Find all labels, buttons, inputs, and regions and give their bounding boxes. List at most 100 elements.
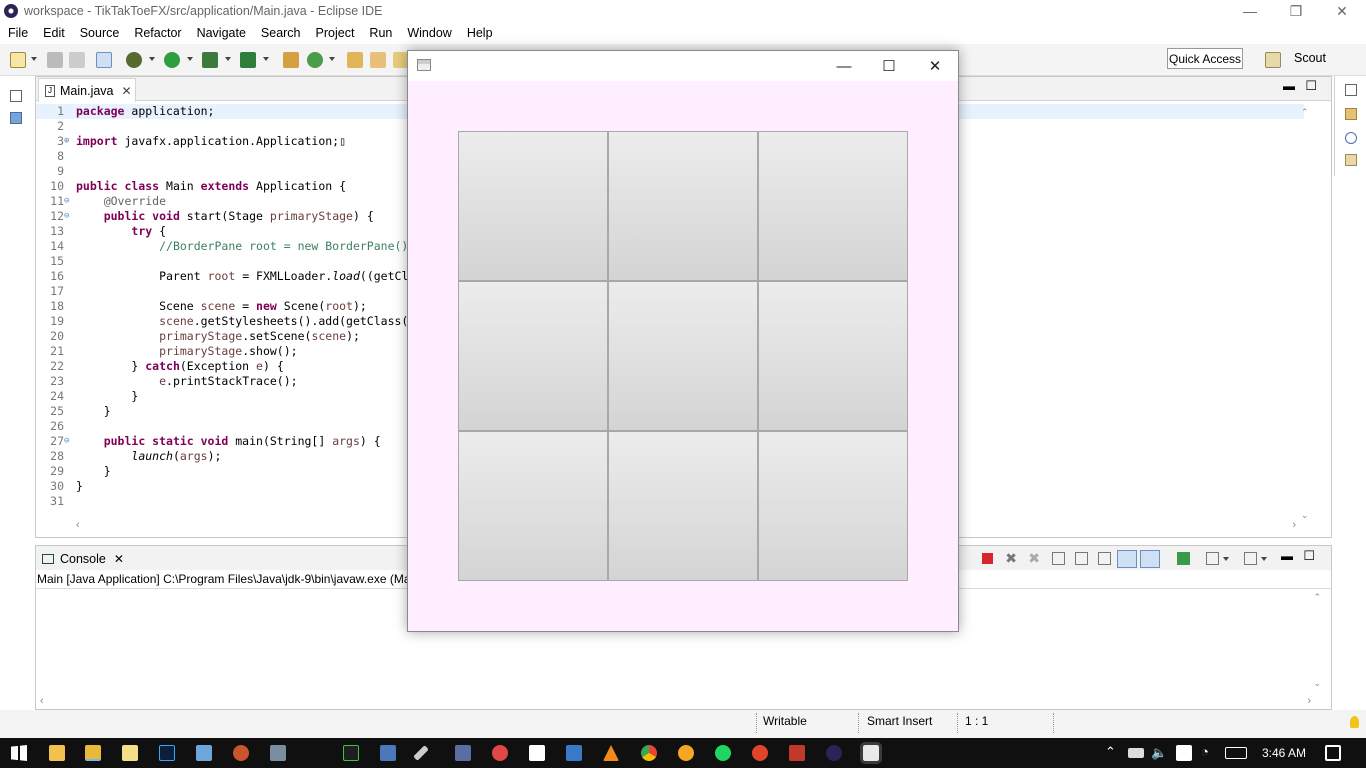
terminate-icon[interactable]: [982, 553, 993, 564]
board-cell-4[interactable]: [458, 281, 608, 431]
font-app-icon[interactable]: [1176, 745, 1192, 761]
external-tools-icon[interactable]: [240, 52, 256, 68]
minimize-console-button[interactable]: ▬: [1281, 549, 1293, 563]
intellij-icon[interactable]: [529, 745, 545, 761]
clock[interactable]: 3:46 AM: [1262, 746, 1306, 760]
notepad-icon[interactable]: [122, 745, 138, 761]
file-icon[interactable]: [49, 745, 65, 761]
menu-project[interactable]: Project: [308, 26, 362, 40]
console-scroll-left-icon[interactable]: ‹: [40, 695, 44, 707]
menu-navigate[interactable]: Navigate: [189, 26, 253, 40]
chevron-down-icon[interactable]: [263, 57, 269, 61]
visual-studio-icon[interactable]: [566, 745, 582, 761]
console-scroll-down-icon[interactable]: ⌄: [1313, 678, 1321, 689]
board-cell-3[interactable]: [758, 131, 908, 281]
dtc-icon[interactable]: [455, 745, 471, 761]
remote-desktop-icon[interactable]: [380, 745, 396, 761]
menu-search[interactable]: Search: [253, 26, 308, 40]
maximize-editor-button[interactable]: ☐: [1305, 78, 1317, 94]
spotify-icon[interactable]: [715, 745, 731, 761]
wifi-icon[interactable]: ◔: [1201, 744, 1209, 759]
menu-refactor[interactable]: Refactor: [126, 26, 188, 40]
fold-toggle-icon[interactable]: ⊕: [64, 134, 69, 149]
toggle-mark-occurrences-icon[interactable]: [96, 52, 112, 68]
close-icon[interactable]: ✕: [122, 84, 132, 98]
photoshop-icon[interactable]: [159, 745, 175, 761]
restore-icon[interactable]: [1345, 84, 1357, 96]
pin-console-icon[interactable]: [1177, 552, 1190, 565]
new-java-class-icon[interactable]: [307, 52, 323, 68]
board-cell-8[interactable]: [608, 431, 758, 581]
debug-icon[interactable]: [126, 52, 142, 68]
open-perspective-icon[interactable]: [1265, 52, 1281, 68]
open-task-icon[interactable]: [370, 52, 386, 68]
chevron-down-icon[interactable]: [329, 57, 335, 61]
javadoc-icon[interactable]: [1345, 132, 1357, 144]
clear-console-icon[interactable]: [1052, 552, 1065, 565]
word-wrap-icon[interactable]: [1098, 552, 1111, 565]
windows-start-icon[interactable]: [11, 745, 27, 761]
fx-maximize-button[interactable]: ☐: [866, 51, 912, 81]
minimize-editor-button[interactable]: ▬: [1283, 79, 1295, 93]
close-button[interactable]: ✕: [1319, 0, 1365, 22]
maximize-console-button[interactable]: ☐: [1303, 548, 1315, 564]
fold-toggle-icon[interactable]: ⊖: [64, 434, 69, 449]
browser-icon[interactable]: [233, 745, 249, 761]
chevron-down-icon[interactable]: [1223, 557, 1229, 561]
app-icon[interactable]: [789, 745, 805, 761]
notifications-icon[interactable]: [1325, 745, 1341, 761]
keyboard-icon[interactable]: [1225, 747, 1247, 759]
app-icon[interactable]: [492, 745, 508, 761]
board-cell-2[interactable]: [608, 131, 758, 281]
open-console-icon[interactable]: [1244, 552, 1257, 565]
pen-icon[interactable]: [413, 745, 429, 761]
new-java-package-icon[interactable]: [283, 52, 299, 68]
remove-launch-icon[interactable]: ✖: [1005, 550, 1017, 567]
remove-all-icon[interactable]: ✖: [1028, 550, 1040, 567]
eclipse-icon[interactable]: [826, 745, 842, 761]
coverage-icon[interactable]: [202, 52, 218, 68]
menu-edit[interactable]: Edit: [35, 26, 72, 40]
board-cell-6[interactable]: [758, 281, 908, 431]
fold-toggle-icon[interactable]: ⊖: [64, 209, 69, 224]
open-type-icon[interactable]: [347, 52, 363, 68]
file-explorer-icon[interactable]: [85, 745, 101, 761]
close-icon[interactable]: ✕: [114, 552, 124, 566]
chevron-down-icon[interactable]: [1261, 557, 1267, 561]
menu-file[interactable]: File: [0, 26, 35, 40]
menu-source[interactable]: Source: [72, 26, 127, 40]
board-cell-1[interactable]: [458, 131, 608, 281]
gimp-icon[interactable]: [678, 745, 694, 761]
menu-window[interactable]: Window: [399, 26, 458, 40]
scout-perspective[interactable]: Scout: [1294, 51, 1326, 65]
chevron-down-icon[interactable]: [187, 57, 193, 61]
notes-icon[interactable]: [196, 745, 212, 761]
terminal-icon[interactable]: [343, 745, 359, 761]
chevron-down-icon[interactable]: [31, 57, 37, 61]
menu-help[interactable]: Help: [459, 26, 500, 40]
outline-icon[interactable]: [1345, 108, 1357, 120]
battery-icon[interactable]: [1128, 748, 1144, 758]
tab-main-java[interactable]: J Main.java ✕: [38, 78, 136, 102]
save-icon[interactable]: [47, 52, 63, 68]
run-icon[interactable]: [164, 52, 180, 68]
java-app-icon[interactable]: [860, 742, 882, 764]
vlc-icon[interactable]: [603, 745, 619, 761]
scroll-lock-icon[interactable]: [1075, 552, 1088, 565]
photos-icon[interactable]: [270, 745, 286, 761]
show-on-output-icon[interactable]: [1117, 550, 1137, 568]
board-cell-7[interactable]: [458, 431, 608, 581]
media-app-icon[interactable]: [752, 745, 768, 761]
volume-icon[interactable]: 🔈: [1151, 745, 1167, 761]
package-explorer-icon[interactable]: [10, 112, 22, 124]
quick-access-field[interactable]: Quick Access: [1167, 48, 1243, 69]
save-all-icon[interactable]: [69, 52, 85, 68]
display-console-icon[interactable]: [1206, 552, 1219, 565]
show-on-error-icon[interactable]: [1140, 550, 1160, 568]
restore-icon[interactable]: [10, 90, 22, 102]
tab-console[interactable]: Console ✕: [38, 548, 124, 570]
chrome-icon[interactable]: [641, 745, 657, 761]
chevron-down-icon[interactable]: [149, 57, 155, 61]
board-cell-9[interactable]: [758, 431, 908, 581]
new-icon[interactable]: [10, 52, 26, 68]
